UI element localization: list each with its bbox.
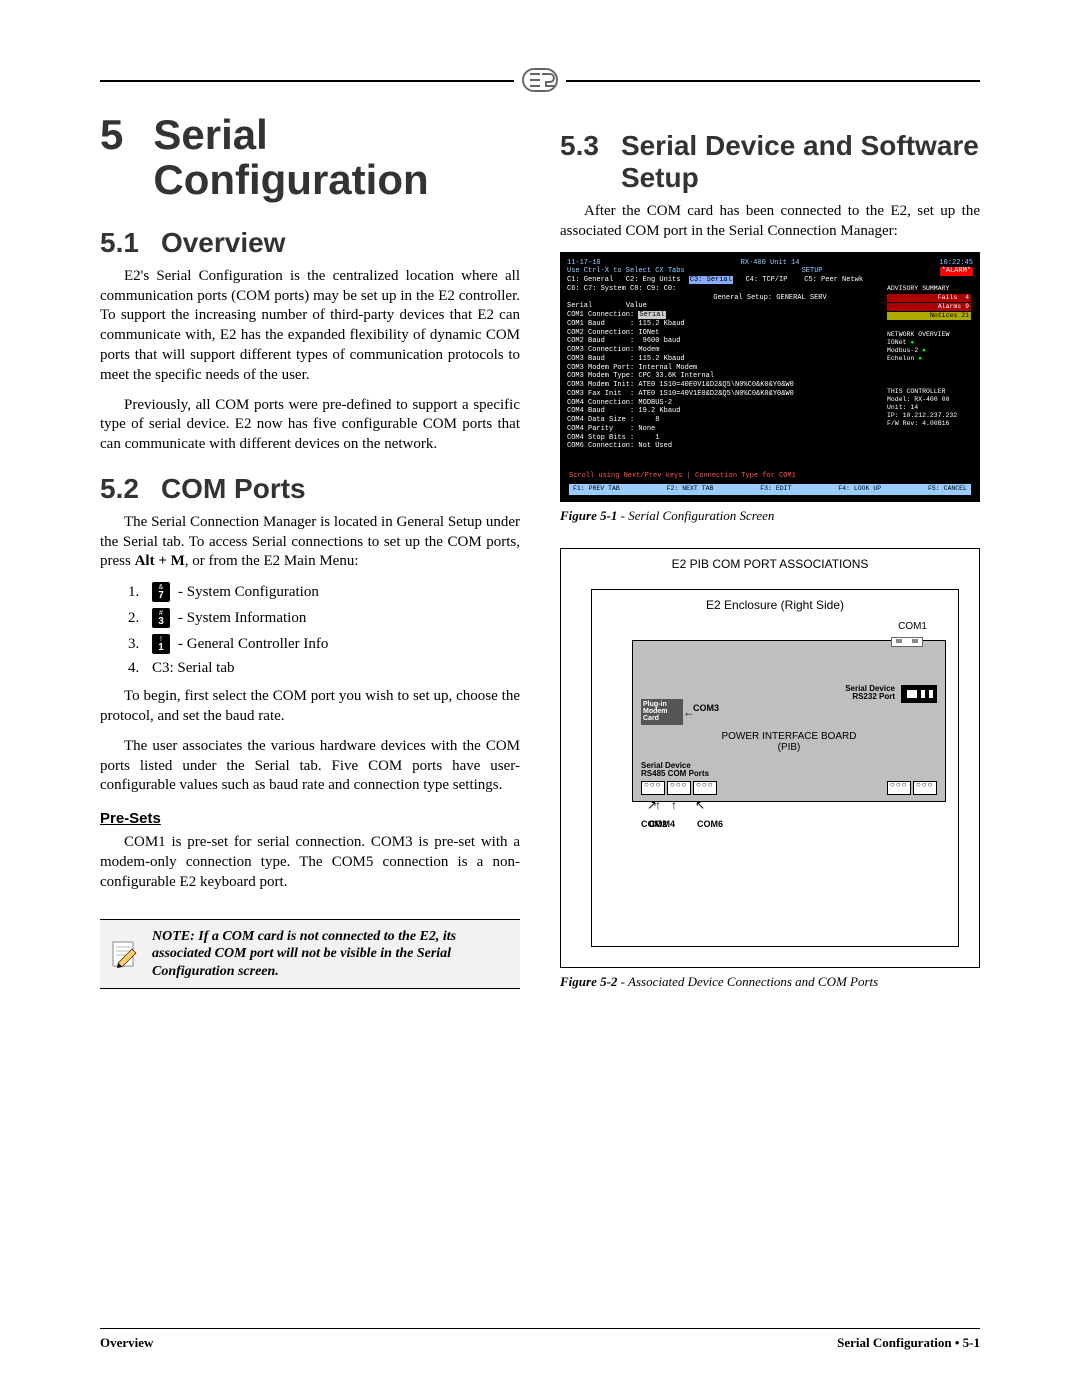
list-item: 4. C3: Serial tab: [128, 660, 520, 677]
terminal-tabs: C1: General C2: Eng Units C3: Serial C4:…: [567, 276, 973, 285]
figure-5-1-terminal: 11-17-10 RX-400 Unit 14 10:22:45 Use Ctr…: [560, 252, 980, 502]
port-block-icon: [887, 781, 911, 795]
port-block-icon: [693, 781, 717, 795]
port-block-icon: [667, 781, 691, 795]
logo-icon: [514, 68, 566, 92]
enclosure-box: E2 Enclosure (Right Side) COM1 Serial De…: [591, 589, 959, 947]
body-text: Previously, all COM ports were pre-defin…: [100, 396, 520, 455]
keycap-icon: ! 1: [152, 634, 170, 654]
terminal-fkeys: F1: PREV TAB F2: NEXT TAB F3: EDIT F4: L…: [569, 484, 971, 494]
rs232-label: Serial Device RS232 Port: [845, 685, 895, 702]
section-5-3-heading: 5.3 Serial Device and Software Setup: [560, 130, 980, 194]
arrow-up-icon: ↑: [671, 799, 677, 811]
presets-heading: Pre-Sets: [100, 810, 520, 827]
page-footer: Overview Serial Configuration • 5-1: [100, 1328, 980, 1351]
com1-port-icon: [891, 637, 923, 647]
rs485-port-row: ↗ ↑ ↖ COM2 COM6 ↑ COM4: [641, 781, 937, 795]
body-text: E2's Serial Configuration is the central…: [100, 267, 520, 386]
body-text: The user associates the various hardware…: [100, 737, 520, 796]
section-5-1-heading: 5.1 Overview: [100, 227, 520, 259]
footer-left: Overview: [100, 1335, 153, 1351]
alarm-badge: *ALARM*: [940, 267, 973, 276]
body-text: After the COM card has been connected to…: [560, 202, 980, 242]
chapter-heading: 5 Serial Configuration: [100, 112, 520, 203]
figure-5-2-caption: Figure 5-2 - Associated Device Connectio…: [560, 974, 980, 990]
note-callout: NOTE: If a COM card is not connected to …: [100, 919, 520, 990]
note-text: NOTE: If a COM card is not connected to …: [152, 929, 456, 979]
footer-right: Serial Configuration • 5-1: [837, 1335, 980, 1351]
arrow-up-icon: ↖: [695, 799, 705, 811]
list-item: 2. # 3 - System Information: [128, 608, 520, 628]
figure-5-1-caption: Figure 5-1 - Serial Configuration Screen: [560, 508, 980, 524]
body-text: The Serial Connection Manager is located…: [100, 513, 520, 572]
keycap-icon: # 3: [152, 608, 170, 628]
body-text: To begin, first select the COM port you …: [100, 687, 520, 727]
keycap-icon: & 7: [152, 582, 170, 602]
pib-board: COM1 Serial Device RS232 Port Plug-in Mo…: [632, 640, 946, 802]
chapter-title: Serial Configuration: [153, 112, 520, 203]
arrow-up-icon: ↑: [655, 799, 661, 811]
list-item: 3. ! 1 - General Controller Info: [128, 634, 520, 654]
rs232-port-icon: [901, 685, 937, 703]
list-item: 1. & 7 - System Configuration: [128, 582, 520, 602]
pencil-note-icon: [110, 939, 140, 969]
port-block-icon: [913, 781, 937, 795]
figure-5-2-diagram: E2 PIB COM PORT ASSOCIATIONS E2 Enclosur…: [560, 548, 980, 968]
modem-card: Plug-in Modem Card: [641, 699, 683, 725]
terminal-sidebar: ADVISORY SUMMARY Fails 4 Alarms 9 Notice…: [887, 285, 971, 429]
chapter-number: 5: [100, 112, 123, 203]
port-block-icon: [641, 781, 665, 795]
section-5-2-heading: 5.2 COM Ports: [100, 473, 520, 505]
menu-steps-list: 1. & 7 - System Configuration 2. # 3 - S…: [100, 582, 520, 677]
body-text: COM1 is pre-set for serial connection. C…: [100, 833, 520, 892]
header-rule: [100, 80, 980, 82]
